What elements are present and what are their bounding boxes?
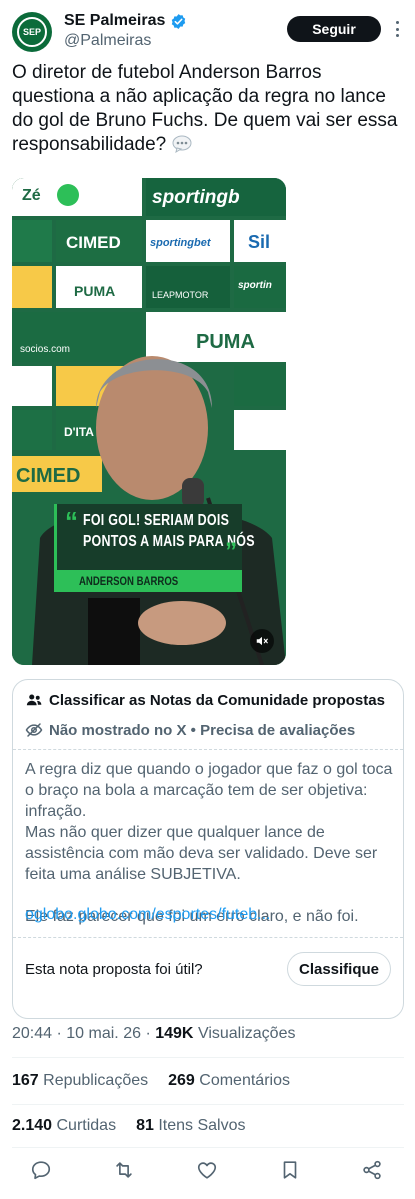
comments-count: 269 bbox=[168, 1072, 195, 1089]
divider bbox=[12, 1057, 404, 1058]
quote-close-mark: ” bbox=[225, 538, 237, 565]
svg-text:Sil: Sil bbox=[248, 232, 270, 252]
reposts-count: 167 bbox=[12, 1072, 39, 1089]
tweet-meta: 20:44 · 10 mai. 26 · 149K Visualizações bbox=[12, 1025, 296, 1042]
note-paragraph: Mas não quer dizer que qualquer lance de… bbox=[25, 824, 378, 883]
people-icon bbox=[26, 694, 42, 706]
quote-open-mark: “ bbox=[65, 506, 78, 536]
note-header: Classificar as Notas da Comunidade propo… bbox=[13, 680, 403, 750]
views-count: 149K bbox=[155, 1025, 194, 1042]
svg-text:CIMED: CIMED bbox=[66, 233, 121, 252]
name-line[interactable]: SE Palmeiras bbox=[64, 12, 187, 30]
note-status-row: Não mostrado no X • Precisa de avaliaçõe… bbox=[25, 721, 355, 739]
bookmarks-label: Itens Salvos bbox=[158, 1117, 246, 1134]
quote-line: FOI GOL! SERIAM DOIS bbox=[83, 512, 230, 529]
bookmarks-stat[interactable]: 81 Itens Salvos bbox=[136, 1117, 245, 1135]
stats-row-reposts: 167 Republicações 269 Comentários bbox=[12, 1072, 290, 1090]
action-bar bbox=[0, 1156, 415, 1186]
mute-icon[interactable] bbox=[250, 629, 274, 653]
svg-text:sportin: sportin bbox=[238, 280, 272, 291]
svg-text:sportingbet: sportingbet bbox=[150, 237, 212, 249]
more-icon[interactable] bbox=[391, 18, 403, 40]
community-note: Classificar as Notas da Comunidade propo… bbox=[12, 679, 404, 1019]
note-paragraph-spacer bbox=[25, 885, 395, 906]
tweet-date[interactable]: 10 mai. 26 bbox=[66, 1025, 141, 1042]
svg-text:socios.com: socios.com bbox=[20, 344, 70, 355]
tweet-text: O diretor de futebol Anderson Barros que… bbox=[12, 61, 404, 157]
tweet-text-content: O diretor de futebol Anderson Barros que… bbox=[12, 62, 398, 155]
svg-text:sportingb: sportingb bbox=[152, 187, 240, 208]
repost-icon[interactable] bbox=[112, 1158, 136, 1182]
eye-off-icon bbox=[25, 723, 43, 737]
bookmark-icon[interactable] bbox=[278, 1158, 302, 1182]
tweet-time[interactable]: 20:44 bbox=[12, 1025, 52, 1042]
note-source-link[interactable]: oglobo.globo.com/esportes/futeb... bbox=[25, 906, 271, 924]
svg-text:PUMA: PUMA bbox=[196, 331, 255, 353]
likes-stat[interactable]: 2.140 Curtidas bbox=[12, 1117, 116, 1135]
svg-text:Zé: Zé bbox=[22, 187, 41, 204]
note-paragraph: A regra diz que quando o jogador que faz… bbox=[25, 761, 393, 820]
reply-icon[interactable] bbox=[29, 1158, 53, 1182]
reposts-stat[interactable]: 167 Republicações bbox=[12, 1072, 148, 1090]
handle[interactable]: @Palmeiras bbox=[64, 32, 151, 50]
views-label: Visualizações bbox=[197, 1025, 296, 1042]
note-body: A regra diz que quando o jogador que faz… bbox=[25, 759, 395, 927]
display-name[interactable]: SE Palmeiras bbox=[64, 12, 165, 30]
bookmarks-count: 81 bbox=[136, 1117, 154, 1134]
chat-bubble-icon bbox=[172, 135, 192, 153]
tweet-header: SEP SE Palmeiras @Palmeiras Seguir bbox=[12, 10, 403, 54]
quote-overlay: “ FOI GOL! SERIAM DOIS PONTOS A MAIS PAR… bbox=[54, 504, 255, 592]
svg-text:PUMA: PUMA bbox=[74, 283, 115, 299]
note-rating-footer: Esta nota proposta foi útil? Classifique bbox=[13, 937, 403, 1018]
avatar-crest: SEP bbox=[17, 17, 47, 47]
follow-button[interactable]: Seguir bbox=[287, 16, 381, 42]
likes-label: Curtidas bbox=[56, 1117, 117, 1134]
quote-author: ANDERSON BARROS bbox=[79, 574, 179, 588]
quote-author-bar: ANDERSON BARROS bbox=[57, 570, 242, 592]
like-icon[interactable] bbox=[195, 1158, 219, 1182]
avatar[interactable]: SEP bbox=[12, 12, 52, 52]
share-icon[interactable] bbox=[360, 1158, 384, 1182]
verified-badge-icon bbox=[172, 13, 186, 29]
likes-count: 2.140 bbox=[12, 1117, 53, 1134]
comments-label: Comentários bbox=[199, 1072, 290, 1089]
rate-note-button[interactable]: Classifique bbox=[287, 952, 391, 986]
comments-stat[interactable]: 269 Comentários bbox=[168, 1072, 290, 1090]
svg-text:CIMED: CIMED bbox=[16, 465, 80, 487]
stats-row-likes: 2.140 Curtidas 81 Itens Salvos bbox=[12, 1117, 245, 1135]
svg-text:LEAPMOTOR: LEAPMOTOR bbox=[152, 290, 209, 300]
note-title: Classificar as Notas da Comunidade propo… bbox=[49, 691, 385, 709]
note-helpful-question: Esta nota proposta foi útil? bbox=[25, 961, 203, 978]
video-player[interactable]: Zé sportingb CIMED sportingbet Sil PUMA … bbox=[12, 178, 286, 665]
note-status: Não mostrado no X • Precisa de avaliaçõe… bbox=[49, 721, 356, 739]
reposts-label: Republicações bbox=[43, 1072, 149, 1089]
divider bbox=[12, 1104, 404, 1105]
divider bbox=[12, 1147, 404, 1148]
note-title-row[interactable]: Classificar as Notas da Comunidade propo… bbox=[25, 691, 385, 709]
svg-text:D'ITA: D'ITA bbox=[64, 425, 94, 439]
